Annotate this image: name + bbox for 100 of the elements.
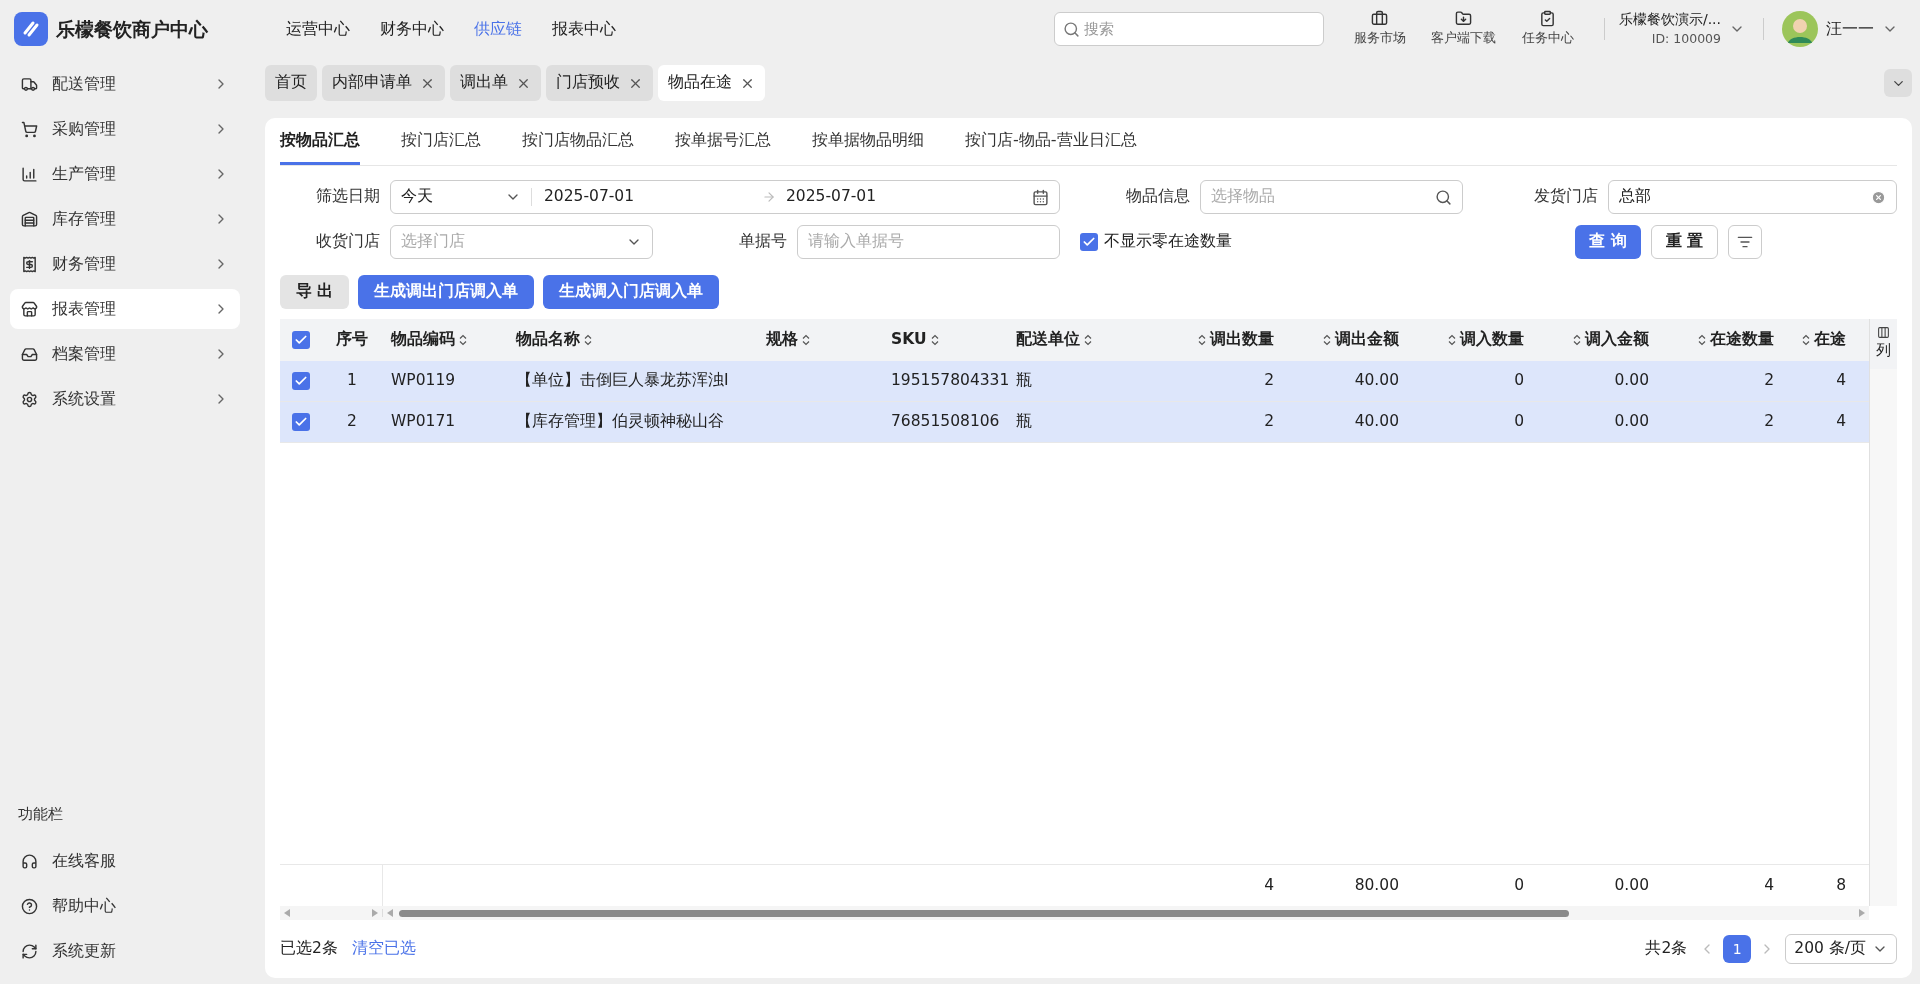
avatar[interactable] xyxy=(1782,11,1818,47)
sidebar-item[interactable]: 生产管理 xyxy=(10,154,240,194)
check-icon xyxy=(1082,235,1096,249)
table-cell-text: 40.00 xyxy=(1354,411,1399,433)
inbox-icon xyxy=(21,345,38,363)
query-button[interactable]: 查 询 xyxy=(1575,225,1641,259)
column-header[interactable]: 序号 xyxy=(321,319,383,361)
warehouse-icon xyxy=(21,210,38,228)
table-cell-text: 1 xyxy=(347,370,357,392)
toolbar-link[interactable]: 任务中心 xyxy=(1521,29,1574,48)
column-header[interactable]: SKU xyxy=(883,319,1008,361)
column-header[interactable]: 调出金额 xyxy=(1282,319,1407,361)
sidebar-item[interactable]: 系统更新 xyxy=(10,931,240,971)
sidebar-item[interactable]: 在线客服 xyxy=(10,841,240,881)
column-header[interactable]: 调入金额 xyxy=(1532,319,1657,361)
table-cell-text: 0.00 xyxy=(1614,411,1649,433)
column-settings-button[interactable]: 列 xyxy=(1870,319,1897,369)
table-row[interactable]: 2 WP0171 【库存管理】伯灵顿神秘山谷 76851508106 瓶 2 40.00 0 0.00 2 4 xyxy=(280,402,1869,443)
filter-settings-button[interactable] xyxy=(1728,225,1762,259)
help-icon xyxy=(21,897,38,915)
summary-cell-text: 0.00 xyxy=(1614,874,1649,896)
sidebar-item[interactable]: 档案管理 xyxy=(10,334,240,374)
checkbox-label: 不显示零在途数量 xyxy=(1104,231,1232,253)
column-header[interactable]: 规格 xyxy=(758,319,883,361)
account-name[interactable]: 乐檬餐饮演示/... xyxy=(1618,9,1721,31)
checkbox[interactable] xyxy=(291,413,310,431)
summary-cell-text: 0 xyxy=(1514,874,1524,896)
checkbox[interactable] xyxy=(1080,233,1098,251)
table-cell-text: 2 xyxy=(1264,411,1274,433)
clear-selection-link[interactable]: 清空已选 xyxy=(351,937,416,961)
folder-download-icon xyxy=(1455,10,1473,28)
sidebar-item[interactable]: 报表管理 xyxy=(10,289,240,329)
table-cell-text: 2 xyxy=(347,411,357,433)
summary-cell-text: 4 xyxy=(1764,874,1774,896)
sidebar-item[interactable]: 帮助中心 xyxy=(10,886,240,926)
page-size-select[interactable]: 200 条/页 xyxy=(1785,934,1897,964)
page-tab[interactable]: 首页 xyxy=(265,65,317,101)
column-header[interactable]: 调出数量 xyxy=(1157,319,1282,361)
headset-icon xyxy=(21,852,38,870)
summary-cell-text: 80.00 xyxy=(1354,874,1399,896)
toolbar-link[interactable]: 服务市场 xyxy=(1353,29,1406,48)
sidebar-item[interactable]: 库存管理 xyxy=(10,199,240,239)
column-header[interactable]: 物品编码 xyxy=(383,319,508,361)
page-tab[interactable]: 调出单 xyxy=(450,65,541,101)
nav-tab[interactable]: 财务中心 xyxy=(380,17,444,41)
sub-tab[interactable]: 按单据号汇总 xyxy=(675,118,771,165)
search-icon xyxy=(1435,188,1452,206)
settings-icon xyxy=(21,390,38,408)
checkbox[interactable] xyxy=(291,372,310,390)
sub-tab[interactable]: 按门店汇总 xyxy=(401,118,481,165)
truck-icon xyxy=(21,75,38,93)
page-tab[interactable]: 物品在途 xyxy=(658,65,765,101)
search-icon xyxy=(1062,20,1080,38)
user-name[interactable]: 汪一一 xyxy=(1826,17,1874,41)
sub-tab[interactable]: 按单据物品明细 xyxy=(812,118,924,165)
column-header[interactable]: 在途 xyxy=(1782,319,1846,361)
check-icon xyxy=(293,415,308,429)
column-header[interactable]: 在途数量 xyxy=(1657,319,1782,361)
table-cell-text: 195157804331 xyxy=(891,370,1010,392)
toolbar-link[interactable]: 客户端下载 xyxy=(1431,29,1497,48)
receipt-icon xyxy=(21,255,38,273)
nav-tab[interactable]: 报表中心 xyxy=(552,17,616,41)
nav-tab[interactable]: 供应链 xyxy=(474,17,522,41)
scroll-right-icon xyxy=(1859,909,1865,917)
page-tab-label: 内部申请单 xyxy=(332,72,412,94)
bar-chart-icon xyxy=(21,165,38,183)
action-button[interactable]: 生成调入门店调入单 xyxy=(543,275,720,309)
page-tab[interactable]: 内部申请单 xyxy=(322,65,445,101)
column-header[interactable]: 配送单位 xyxy=(1008,319,1157,361)
cart-icon xyxy=(21,120,38,138)
selected-count: 已选2条 xyxy=(280,938,338,960)
reset-button[interactable]: 重 置 xyxy=(1650,225,1718,259)
action-button[interactable]: 导 出 xyxy=(280,275,350,309)
sidebar-item[interactable]: 财务管理 xyxy=(10,244,240,284)
table-cell-text: 76851508106 xyxy=(891,411,1000,433)
columns-icon xyxy=(1877,326,1890,340)
column-header[interactable]: 物品名称 xyxy=(508,319,758,361)
table-cell-text: 【库存管理】伯灵顿神秘山谷 xyxy=(516,411,724,433)
sidebar-item[interactable]: 采购管理 xyxy=(10,109,240,149)
refresh-icon xyxy=(21,942,38,960)
scrollbar-thumb[interactable] xyxy=(399,909,1569,917)
nav-tab[interactable]: 运营中心 xyxy=(286,17,350,41)
sidebar-item[interactable]: 系统设置 xyxy=(10,379,240,419)
field-label: 单据号 xyxy=(738,231,788,253)
checkbox[interactable] xyxy=(291,331,310,349)
page-button[interactable]: 1 xyxy=(1723,935,1752,963)
page-tab-label: 首页 xyxy=(275,72,307,94)
sidebar-item[interactable]: 配送管理 xyxy=(10,64,240,104)
sub-tab[interactable]: 按物品汇总 xyxy=(280,118,360,165)
date-range-field[interactable]: 今天 2025-07-01 2025-07-01 xyxy=(390,180,1060,214)
action-button[interactable]: 生成调出门店调入单 xyxy=(358,275,535,309)
ship-store-field[interactable]: 总部 xyxy=(1608,180,1897,214)
page-tab[interactable]: 门店预收 xyxy=(546,65,653,101)
account-id: ID: 100009 xyxy=(1651,30,1721,49)
column-header[interactable]: 调入数量 xyxy=(1407,319,1532,361)
table-row[interactable]: 1 WP0119 【单位】击倒巨人暴龙苏浑浊I 195157804331 瓶 2 40.00 0 0.00 2 4 xyxy=(280,361,1869,402)
summary-cell-text: 4 xyxy=(1264,874,1274,896)
sub-tab[interactable]: 按门店物品汇总 xyxy=(522,118,634,165)
sub-tab[interactable]: 按门店-物品-营业日汇总 xyxy=(965,118,1137,165)
table-cell-text: WP0171 xyxy=(391,411,456,433)
